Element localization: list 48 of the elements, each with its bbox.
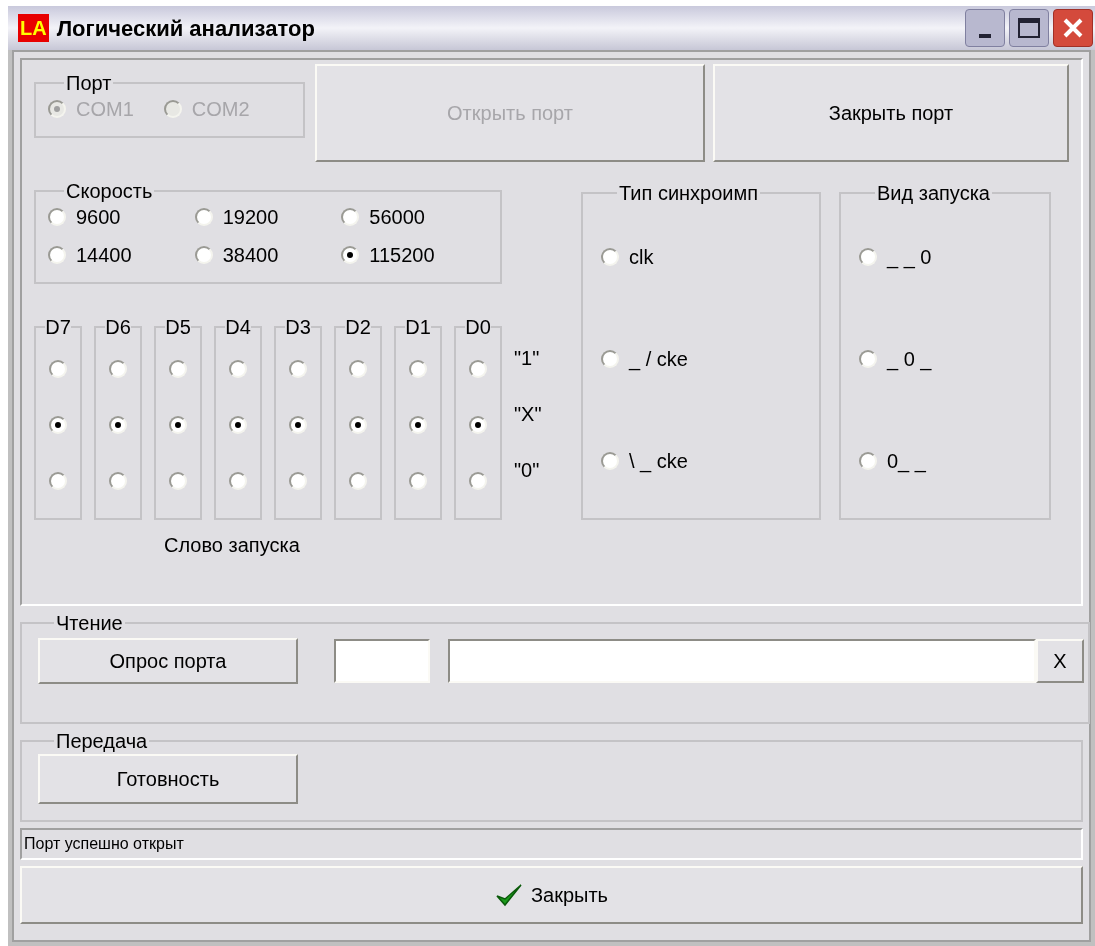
maximize-button[interactable]	[1009, 9, 1049, 47]
group-label: Вид запуска	[876, 182, 991, 204]
bit-label: D0	[465, 316, 491, 338]
radio-label: 9600	[76, 205, 121, 230]
bit-label: D6	[105, 316, 131, 338]
row-label: "0"	[514, 458, 541, 482]
radio-label: 19200	[222, 205, 279, 230]
bit-label: D4	[225, 316, 251, 338]
radio-label: \ _ cke	[629, 449, 688, 475]
group-label: Тип синхроимп	[618, 182, 760, 204]
radio-label: COM1	[76, 97, 134, 122]
bit-label: D3	[285, 316, 311, 338]
minimize-button[interactable]	[965, 9, 1005, 47]
group-label: Порт	[65, 72, 113, 94]
radio-label: 38400	[222, 243, 279, 268]
radio-label: _ 0 _	[887, 347, 932, 373]
radio-label: 0_ _	[887, 449, 926, 475]
close-button[interactable]	[1053, 9, 1093, 47]
close-dialog-button[interactable]: Закрыть	[20, 866, 1083, 924]
close-label: Закрыть	[531, 883, 608, 908]
status-text: Порт успешно открыт	[24, 834, 184, 854]
row-label: "1"	[514, 346, 541, 370]
radio-label: _ _ 0	[887, 245, 932, 271]
trigger-word-caption: Слово запуска	[164, 533, 301, 558]
window-title: Логический анализатор	[56, 14, 316, 43]
checkmark-icon	[495, 882, 523, 908]
radio-label: 14400	[76, 243, 132, 268]
clear-button[interactable]: X	[1036, 639, 1084, 683]
poll-port-button[interactable]: Опрос порта	[38, 638, 298, 684]
radio-label: 115200	[369, 243, 435, 268]
bit-label: D2	[345, 316, 371, 338]
radio-label: clk	[629, 245, 654, 270]
bit-label: D5	[165, 316, 191, 338]
port-button[interactable]: Закрыть порт	[713, 64, 1069, 162]
group-label: Скорость	[65, 180, 154, 202]
input-field[interactable]	[334, 639, 430, 683]
radio-label: COM2	[191, 97, 250, 122]
close-icon	[1062, 17, 1084, 39]
group-label: Передача	[55, 730, 149, 752]
bit-label: D1	[405, 316, 431, 338]
group-label: Чтение	[55, 612, 124, 634]
input-field[interactable]	[448, 639, 1036, 683]
ready-button[interactable]: Готовность	[38, 754, 298, 804]
app-logo: LA	[18, 14, 49, 42]
row-label: "X"	[514, 402, 542, 426]
radio-label: _ / cke	[629, 347, 688, 373]
radio-label: 56000	[369, 205, 425, 230]
bit-label: D7	[45, 316, 71, 338]
